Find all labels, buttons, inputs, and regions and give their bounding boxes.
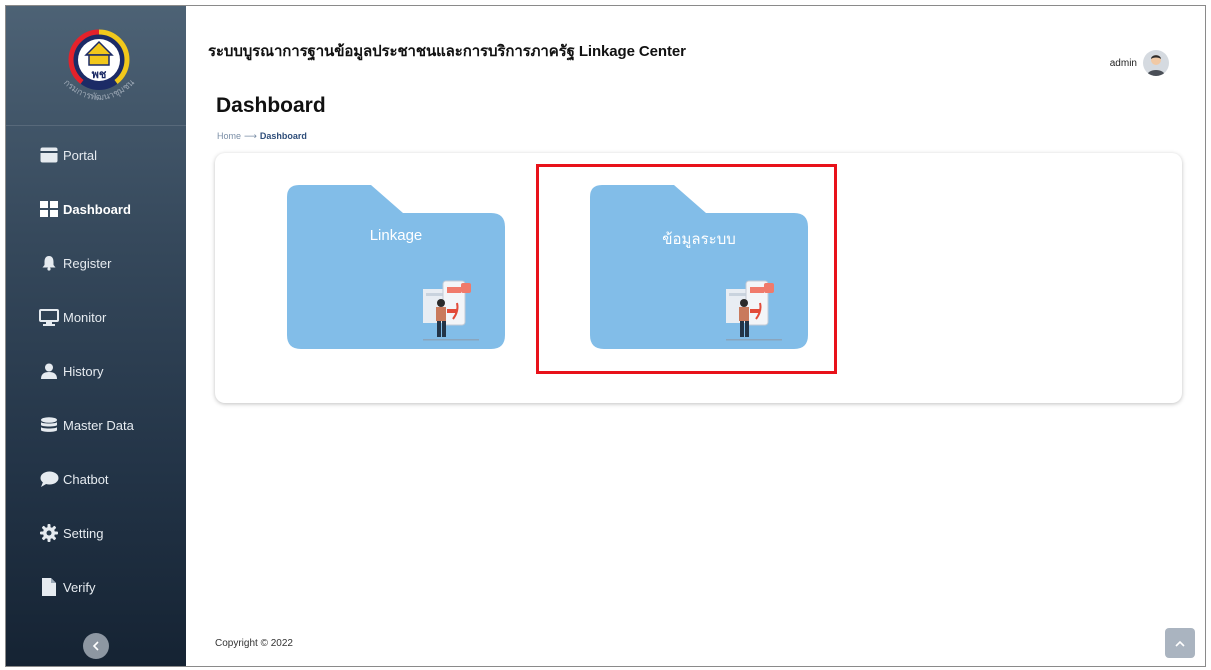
sidebar-item-label: Monitor [63,309,107,325]
breadcrumb-home-link[interactable]: Home [217,131,241,141]
chevron-left-icon [92,641,99,651]
user-menu[interactable]: admin [1110,50,1169,76]
page-title: Dashboard [216,94,326,117]
logo-area: พช กรมการพัฒนาชุมชน [6,6,186,126]
department-logo[interactable]: พช กรมการพัฒนาชุมชน [52,22,146,116]
folder-label: ข้อมูลระบบ [662,231,736,248]
sidebar-item-monitor[interactable]: Monitor [6,290,186,344]
sidebar-collapse-button[interactable] [83,633,109,659]
user-icon [39,361,59,381]
sidebar-item-label: Setting [63,525,104,541]
sidebar-item-dashboard[interactable]: Dashboard [6,182,186,236]
sidebar-item-label: Dashboard [63,201,131,217]
monitor-icon [39,307,59,327]
sidebar-item-label: Portal [63,147,97,163]
breadcrumb-current: Dashboard [259,131,307,141]
logo-emblem-text: พช [92,68,107,81]
sidebar-item-label: Master Data [63,417,134,433]
sidebar-item-history[interactable]: History [6,344,186,398]
breadcrumb: Home ⟶ Dashboard [217,131,307,142]
sidebar-item-label: Register [63,255,112,271]
sidebar-menu: Portal Dashboard Register Monitor Histor… [6,128,186,614]
sidebar: พช กรมการพัฒนาชุมชน Portal Dashboard Reg… [6,6,186,666]
user-name: admin [1109,57,1137,69]
folder-label: Linkage [369,227,423,244]
mobile-security-illustration-icon [423,280,479,341]
copyright-text: Copyright © 2022 [215,638,293,649]
app-title: ระบบบูรณาการฐานข้อมูลประชาชนและการบริการ… [208,43,686,60]
sidebar-item-chatbot[interactable]: Chatbot [6,452,186,506]
breadcrumb-arrow-icon: ⟶ [244,131,257,141]
bell-icon [39,253,59,273]
scroll-to-top-button[interactable] [1165,628,1195,658]
file-icon [39,577,59,597]
system-data-folder-card[interactable]: ข้อมูลระบบ [590,185,808,349]
linkage-folder-card[interactable]: Linkage [287,185,505,349]
mobile-security-illustration-icon [726,280,782,341]
sidebar-item-register[interactable]: Register [6,236,186,290]
dashboard-grid-icon [39,199,59,219]
sidebar-item-portal[interactable]: Portal [6,128,186,182]
avatar-icon [1147,55,1165,76]
database-icon [39,415,59,435]
sidebar-item-verify[interactable]: Verify [6,560,186,614]
sidebar-item-label: Chatbot [63,471,109,487]
sidebar-item-label: History [63,363,104,379]
chat-bubble-icon [39,469,59,489]
app-window: พช กรมการพัฒนาชุมชน Portal Dashboard Reg… [5,5,1206,667]
sidebar-item-setting[interactable]: Setting [6,506,186,560]
avatar[interactable] [1143,50,1169,76]
portal-icon [39,145,59,165]
sidebar-item-master-data[interactable]: Master Data [6,398,186,452]
chevron-up-icon [1175,640,1185,647]
gear-icon [39,523,59,543]
sidebar-item-label: Verify [63,579,96,595]
